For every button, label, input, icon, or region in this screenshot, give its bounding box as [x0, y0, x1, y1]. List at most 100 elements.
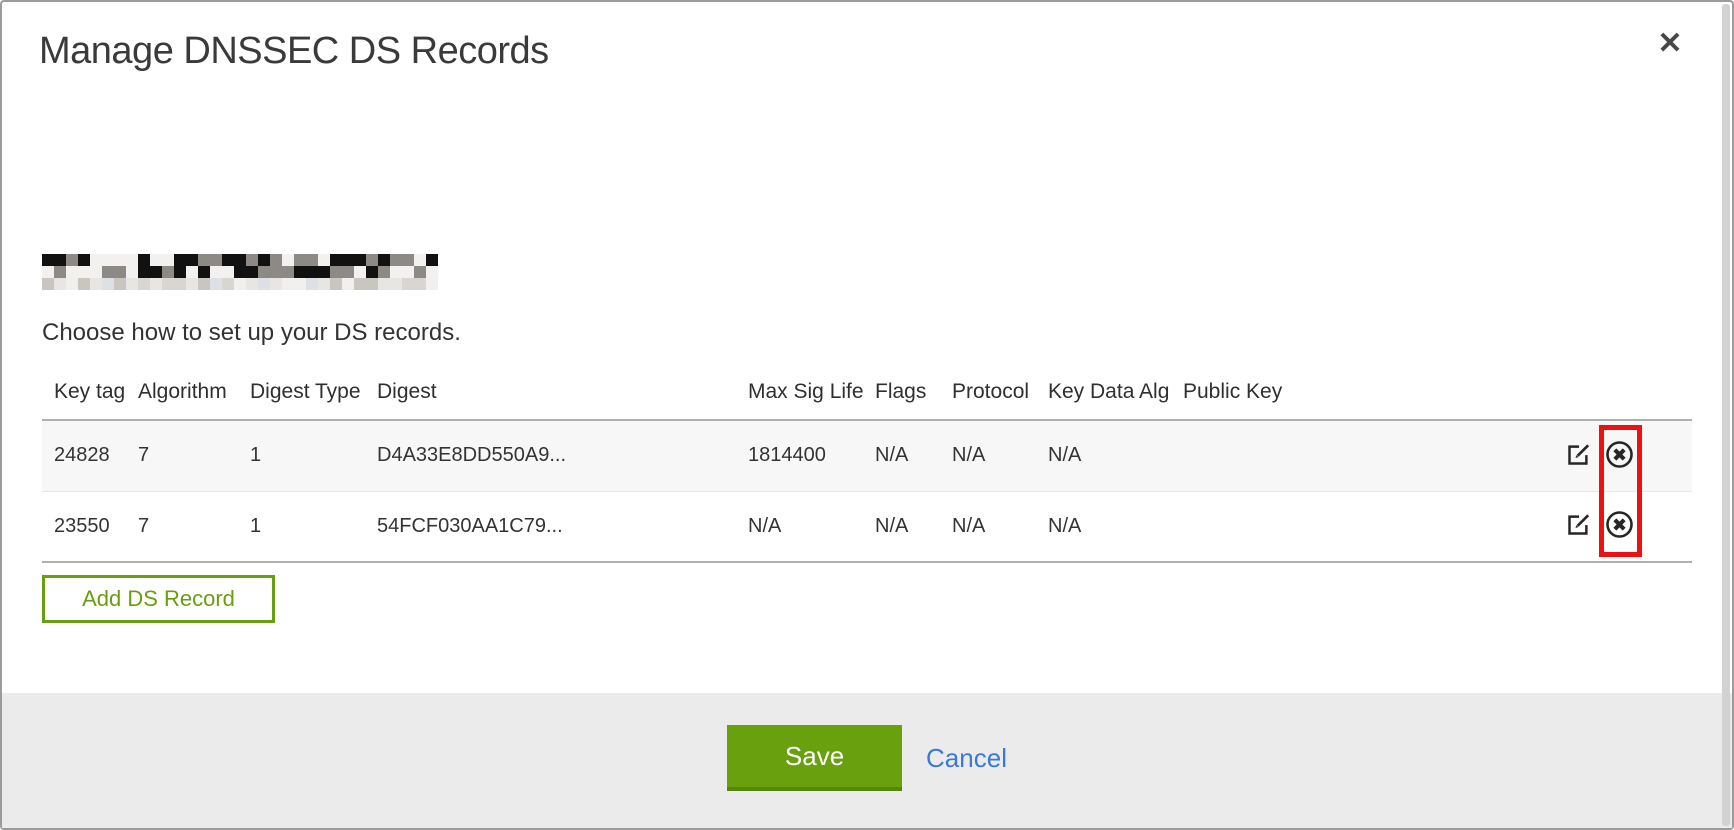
mosaic-pixel: [414, 278, 426, 290]
manage-dnssec-dialog: Manage DNSSEC DS Records ✕ Choose how to…: [0, 0, 1734, 830]
mosaic-pixel: [402, 266, 414, 278]
mosaic-pixel: [426, 278, 438, 290]
scrollbar[interactable]: [1722, 4, 1730, 826]
mosaic-pixel: [270, 266, 282, 278]
mosaic-pixel: [150, 254, 162, 266]
mosaic-pixel: [258, 254, 270, 266]
mosaic-pixel: [414, 254, 426, 266]
column-header-public-key: Public Key: [1183, 364, 1430, 420]
mosaic-pixel: [330, 266, 342, 278]
mosaic-pixel: [354, 266, 366, 278]
close-button[interactable]: ✕: [1648, 22, 1692, 66]
mosaic-pixel: [342, 278, 354, 290]
mosaic-pixel: [78, 266, 90, 278]
ds-records-table: Key tag Algorithm Digest Type Digest Max…: [42, 364, 1692, 563]
mosaic-pixel: [114, 278, 126, 290]
save-button[interactable]: Save: [727, 725, 902, 791]
mosaic-pixel: [282, 266, 294, 278]
mosaic-pixel: [138, 254, 150, 266]
cell-flags: N/A: [875, 420, 952, 491]
edit-record-button[interactable]: [1565, 511, 1592, 541]
edit-record-button[interactable]: [1565, 441, 1592, 471]
mosaic-pixel: [150, 278, 162, 290]
table-row: 24828 7 1 D4A33E8DD550A9... 1814400 N/A …: [42, 420, 1692, 491]
add-ds-record-button[interactable]: Add DS Record: [42, 575, 275, 623]
mosaic-pixel: [234, 266, 246, 278]
mosaic-pixel: [318, 254, 330, 266]
column-header-actions: [1430, 364, 1692, 420]
mosaic-pixel: [354, 278, 366, 290]
mosaic-pixel: [174, 254, 186, 266]
mosaic-pixel: [414, 266, 426, 278]
mosaic-pixel: [198, 278, 210, 290]
mosaic-pixel: [102, 266, 114, 278]
mosaic-pixel: [282, 254, 294, 266]
mosaic-pixel: [90, 254, 102, 266]
mosaic-pixel: [138, 266, 150, 278]
mosaic-pixel: [330, 254, 342, 266]
cell-key-data-alg: N/A: [1048, 491, 1183, 562]
mosaic-pixel: [90, 278, 102, 290]
mosaic-pixel: [150, 266, 162, 278]
mosaic-pixel: [126, 254, 138, 266]
mosaic-pixel: [186, 254, 198, 266]
edit-icon: [1565, 511, 1592, 541]
mosaic-pixel: [366, 278, 378, 290]
mosaic-pixel: [138, 278, 150, 290]
mosaic-pixel: [210, 266, 222, 278]
table-row: 23550 7 1 54FCF030AA1C79... N/A N/A N/A …: [42, 491, 1692, 562]
cell-protocol: N/A: [952, 491, 1048, 562]
mosaic-pixel: [246, 266, 258, 278]
column-header-key-tag: Key tag: [42, 364, 138, 420]
cell-digest-type: 1: [250, 491, 377, 562]
column-header-max-sig-life: Max Sig Life: [748, 364, 875, 420]
cell-digest: 54FCF030AA1C79...: [377, 491, 748, 562]
mosaic-pixel: [342, 254, 354, 266]
mosaic-pixel: [66, 254, 78, 266]
mosaic-pixel: [90, 266, 102, 278]
cell-max-sig-life: N/A: [748, 491, 875, 562]
mosaic-pixel: [294, 254, 306, 266]
mosaic-pixel: [306, 254, 318, 266]
mosaic-pixel: [114, 254, 126, 266]
mosaic-pixel: [258, 266, 270, 278]
mosaic-pixel: [54, 278, 66, 290]
mosaic-pixel: [234, 278, 246, 290]
mosaic-pixel: [126, 266, 138, 278]
column-header-key-data-alg: Key Data Alg: [1048, 364, 1183, 420]
mosaic-pixel: [306, 278, 318, 290]
mosaic-pixel: [162, 266, 174, 278]
mosaic-pixel: [342, 266, 354, 278]
dialog-title: Manage DNSSEC DS Records: [39, 30, 549, 73]
mosaic-pixel: [282, 278, 294, 290]
column-header-digest: Digest: [377, 364, 748, 420]
mosaic-pixel: [42, 266, 54, 278]
mosaic-pixel: [102, 254, 114, 266]
delete-record-button[interactable]: [1604, 509, 1635, 543]
cell-algorithm: 7: [138, 420, 250, 491]
mosaic-pixel: [378, 266, 390, 278]
delete-record-button[interactable]: [1604, 439, 1635, 473]
cell-key-data-alg: N/A: [1048, 420, 1183, 491]
mosaic-pixel: [270, 254, 282, 266]
mosaic-pixel: [198, 254, 210, 266]
mosaic-pixel: [186, 278, 198, 290]
delete-icon: [1604, 439, 1635, 473]
mosaic-pixel: [174, 266, 186, 278]
mosaic-pixel: [162, 278, 174, 290]
cancel-link[interactable]: Cancel: [926, 743, 1007, 774]
mosaic-pixel: [378, 254, 390, 266]
close-icon: ✕: [1657, 29, 1682, 59]
mosaic-pixel: [222, 266, 234, 278]
column-header-digest-type: Digest Type: [250, 364, 377, 420]
mosaic-pixel: [330, 278, 342, 290]
mosaic-pixel: [198, 266, 210, 278]
mosaic-pixel: [54, 254, 66, 266]
column-header-algorithm: Algorithm: [138, 364, 250, 420]
mosaic-pixel: [126, 278, 138, 290]
mosaic-pixel: [246, 278, 258, 290]
mosaic-pixel: [258, 278, 270, 290]
cell-flags: N/A: [875, 491, 952, 562]
mosaic-pixel: [402, 254, 414, 266]
delete-icon: [1604, 509, 1635, 543]
